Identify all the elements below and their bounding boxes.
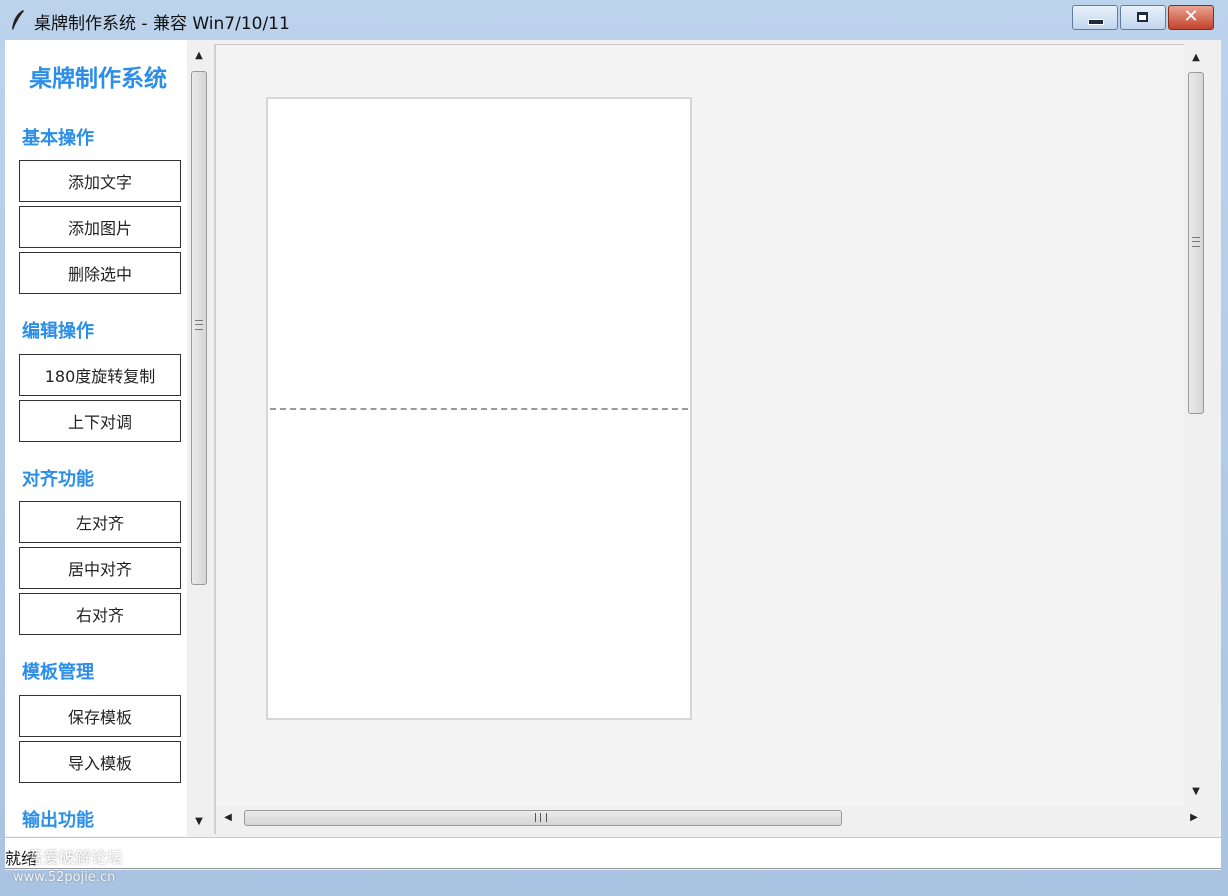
watermark-text: 吾爱破解论坛 bbox=[27, 848, 124, 867]
scroll-left-arrow-icon[interactable]: ◀ bbox=[216, 812, 240, 823]
align-left-button[interactable]: 左对齐 bbox=[19, 501, 181, 543]
save-template-button[interactable]: 保存模板 bbox=[19, 695, 181, 737]
maximize-icon bbox=[1137, 12, 1148, 22]
scroll-up-arrow-icon[interactable]: ▲ bbox=[187, 50, 211, 61]
section-template: 模板管理 bbox=[22, 662, 94, 683]
grip-icon bbox=[1192, 237, 1200, 247]
add-text-button[interactable]: 添加文字 bbox=[19, 160, 181, 202]
align-center-button[interactable]: 居中对齐 bbox=[19, 547, 181, 589]
app-title: 桌牌制作系统 bbox=[29, 66, 167, 92]
scroll-down-arrow-icon[interactable]: ▼ bbox=[187, 816, 211, 827]
canvas-area[interactable] bbox=[216, 44, 1184, 807]
sidebar-scrollbar[interactable]: ▲ ▼ bbox=[187, 40, 211, 836]
watermark-url: www.52pojie.cn bbox=[13, 870, 116, 885]
sidebar-scroll-thumb[interactable] bbox=[191, 71, 207, 585]
fold-line bbox=[270, 408, 688, 410]
grip-icon bbox=[535, 813, 547, 822]
section-edit-ops: 编辑操作 bbox=[22, 321, 94, 342]
section-basic-ops: 基本操作 bbox=[22, 128, 94, 149]
grip-icon bbox=[195, 320, 203, 330]
scroll-up-arrow-icon[interactable]: ▲ bbox=[1184, 52, 1208, 63]
caption-buttons: ✕ bbox=[1070, 5, 1214, 32]
feather-icon bbox=[12, 10, 24, 30]
rotate-copy-button[interactable]: 180度旋转复制 bbox=[19, 354, 181, 396]
title-bar[interactable]: 桌牌制作系统 - 兼容 Win7/10/11 ✕ bbox=[0, 0, 1228, 40]
canvas-vertical-scrollbar[interactable]: ▲ ▼ bbox=[1184, 44, 1208, 806]
swap-top-bottom-button[interactable]: 上下对调 bbox=[19, 400, 181, 442]
sidebar: 桌牌制作系统 基本操作 添加文字 添加图片 删除选中 编辑操作 180度旋转复制… bbox=[5, 40, 187, 836]
scroll-down-arrow-icon[interactable]: ▼ bbox=[1184, 786, 1208, 797]
window-title: 桌牌制作系统 - 兼容 Win7/10/11 bbox=[34, 14, 290, 34]
close-button[interactable]: ✕ bbox=[1168, 5, 1214, 30]
section-align: 对齐功能 bbox=[22, 469, 94, 490]
scroll-right-arrow-icon[interactable]: ▶ bbox=[1182, 812, 1206, 823]
canvas-hscroll-thumb[interactable] bbox=[244, 810, 842, 826]
client-area: 桌牌制作系统 基本操作 添加文字 添加图片 删除选中 编辑操作 180度旋转复制… bbox=[5, 40, 1221, 885]
app-window: 桌牌制作系统 - 兼容 Win7/10/11 ✕ 桌牌制作系统 基本操作 添加文… bbox=[0, 0, 1228, 896]
minimize-icon bbox=[1088, 19, 1104, 25]
import-template-button[interactable]: 导入模板 bbox=[19, 741, 181, 783]
canvas-horizontal-scrollbar[interactable]: ◀ ▶ bbox=[216, 806, 1208, 832]
minimize-button[interactable] bbox=[1072, 5, 1118, 30]
table-card-canvas[interactable] bbox=[266, 97, 692, 720]
align-right-button[interactable]: 右对齐 bbox=[19, 593, 181, 635]
canvas-vscroll-thumb[interactable] bbox=[1188, 72, 1204, 414]
close-icon: ✕ bbox=[1183, 6, 1199, 27]
status-bar: 就绪 吾爱破解论坛 www.52pojie.cn bbox=[5, 837, 1221, 885]
maximize-button[interactable] bbox=[1120, 5, 1166, 30]
section-output: 输出功能 bbox=[22, 810, 94, 831]
add-image-button[interactable]: 添加图片 bbox=[19, 206, 181, 248]
delete-selected-button[interactable]: 删除选中 bbox=[19, 252, 181, 294]
